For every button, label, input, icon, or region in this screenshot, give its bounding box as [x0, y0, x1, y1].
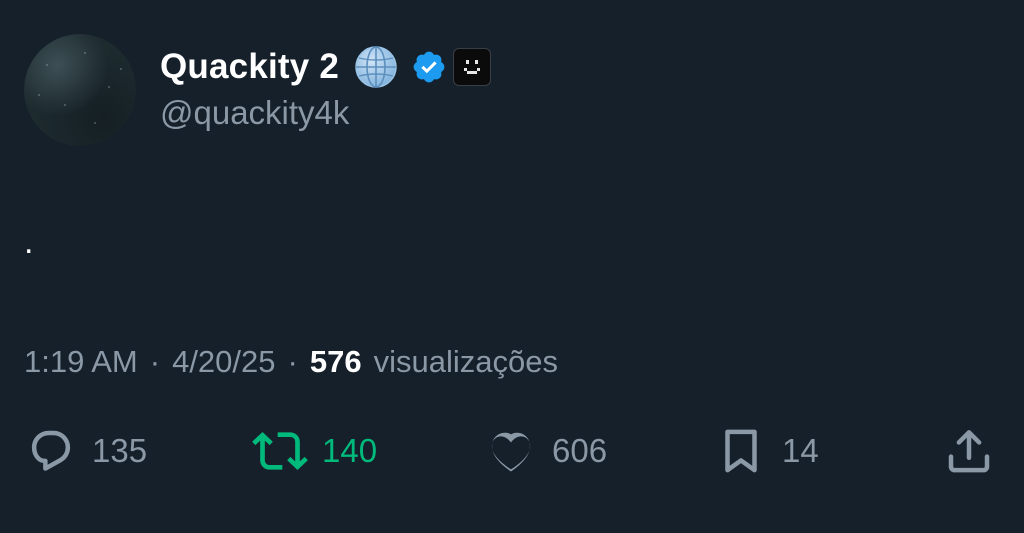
smiley-face-icon[interactable]: [453, 48, 492, 86]
retweet-icon: [252, 423, 308, 479]
tweet-date[interactable]: 4/20/25: [172, 344, 275, 380]
views-label[interactable]: visualizações: [374, 344, 558, 380]
heart-icon: [484, 424, 538, 478]
reply-button[interactable]: 135: [24, 420, 147, 482]
views-count[interactable]: 576: [310, 344, 362, 380]
bookmark-button[interactable]: 14: [714, 420, 819, 482]
tweet: Quackity 2 @quackity4k . 1:19 AM · 4/20/…: [0, 0, 1024, 533]
avatar-texture: [120, 68, 122, 70]
tweet-actions: 135 140 606 14: [0, 420, 1024, 482]
share-icon: [942, 424, 996, 478]
retweet-count: 140: [322, 432, 378, 469]
avatar-texture: [94, 122, 96, 124]
meta-separator: ·: [287, 344, 298, 379]
avatar-texture: [38, 94, 40, 96]
avatar[interactable]: [24, 34, 136, 146]
like-button[interactable]: 606: [484, 420, 607, 482]
author-display-name[interactable]: Quackity 2: [160, 47, 339, 87]
tweet-text: .: [24, 223, 34, 261]
avatar-texture: [64, 104, 66, 106]
bookmark-icon: [714, 424, 768, 478]
tweet-meta: 1:19 AM · 4/20/25 · 576 visualizações: [24, 340, 558, 384]
author-handle[interactable]: @quackity4k: [160, 94, 349, 132]
avatar-texture: [108, 86, 110, 88]
reply-icon: [24, 424, 78, 478]
bookmark-count: 14: [782, 432, 819, 469]
avatar-texture: [84, 52, 86, 54]
globe-icon: [353, 44, 399, 90]
tweet-time[interactable]: 1:19 AM: [24, 344, 138, 380]
like-count: 606: [552, 432, 608, 469]
reply-count: 135: [92, 432, 148, 469]
author-name-row: Quackity 2: [160, 44, 492, 90]
share-button[interactable]: [942, 420, 996, 482]
meta-separator: ·: [149, 344, 161, 379]
avatar-texture: [46, 64, 48, 66]
verified-badge-icon[interactable]: [411, 49, 447, 85]
retweet-button[interactable]: 140: [252, 420, 377, 482]
